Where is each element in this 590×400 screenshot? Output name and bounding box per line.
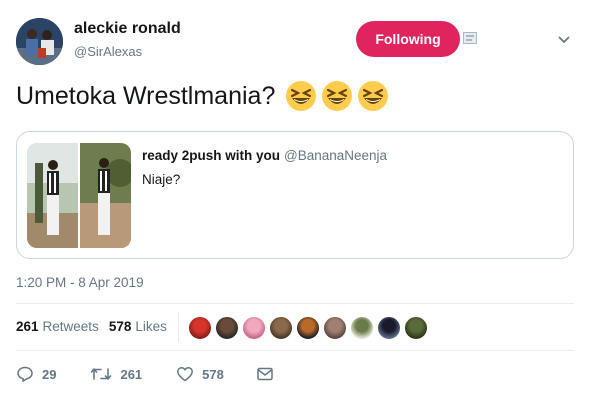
liker-avatar[interactable] xyxy=(296,316,320,340)
author-name[interactable]: aleckie ronald xyxy=(74,20,181,38)
following-button[interactable]: Following xyxy=(356,21,460,57)
retweets-count[interactable]: 261 xyxy=(16,319,39,334)
chevron-down-icon[interactable] xyxy=(556,33,572,45)
quoted-tweet-text: Niaje? xyxy=(142,172,181,187)
retweets-label[interactable]: Retweets xyxy=(43,319,99,334)
reply-count: 29 xyxy=(42,366,57,382)
reply-button[interactable]: 29 xyxy=(16,365,56,383)
grinning-squinting-face-icon xyxy=(286,81,317,111)
liker-avatar[interactable] xyxy=(215,316,239,340)
liker-avatar[interactable] xyxy=(323,316,347,340)
retweet-button[interactable]: 261 xyxy=(90,365,142,383)
tweet-timestamp[interactable]: 1:20 PM - 8 Apr 2019 xyxy=(16,275,144,290)
quoted-tweet-card[interactable]: ready 2push with you @BananaNeenja Niaje? xyxy=(16,131,574,259)
liker-avatar[interactable] xyxy=(377,316,401,340)
retweet-icon xyxy=(91,368,112,380)
likers-avatars xyxy=(188,316,428,340)
author-handle[interactable]: @SirAlexas xyxy=(74,44,142,59)
reply-icon xyxy=(17,366,33,382)
author-avatar[interactable] xyxy=(16,18,63,65)
quoted-author-name[interactable]: ready 2push with you xyxy=(142,148,280,163)
envelope-icon xyxy=(257,367,273,381)
liker-avatar[interactable] xyxy=(269,316,293,340)
follow-menu-icon xyxy=(463,31,477,44)
tweet-actions: 29 261 578 xyxy=(16,365,274,383)
divider xyxy=(16,303,574,304)
quoted-photo-1[interactable] xyxy=(27,143,78,248)
quoted-tweet-media[interactable] xyxy=(27,143,131,248)
divider xyxy=(16,350,574,351)
like-count: 578 xyxy=(202,366,224,382)
grinning-squinting-face-icon xyxy=(322,81,353,111)
quoted-tweet-header: ready 2push with you @BananaNeenja xyxy=(142,148,387,163)
quoted-photo-2[interactable] xyxy=(80,143,131,248)
tweet-stats: 261 Retweets 578 Likes xyxy=(16,319,167,334)
quoted-author-handle[interactable]: @BananaNeenja xyxy=(284,148,387,163)
retweet-count: 261 xyxy=(120,366,143,382)
like-button[interactable]: 578 xyxy=(176,365,224,383)
liker-avatar[interactable] xyxy=(188,316,212,340)
liker-avatar[interactable] xyxy=(350,316,374,340)
grinning-squinting-face-icon xyxy=(358,81,389,111)
heart-icon xyxy=(177,366,194,382)
tweet-text: Umetoka Wrestlmania? xyxy=(16,80,389,112)
tweet-body: Umetoka Wrestlmania? xyxy=(16,81,276,110)
liker-avatar[interactable] xyxy=(404,316,428,340)
divider xyxy=(178,312,179,342)
direct-message-button[interactable] xyxy=(256,365,274,383)
likes-label[interactable]: Likes xyxy=(135,319,167,334)
liker-avatar[interactable] xyxy=(242,316,266,340)
likes-count[interactable]: 578 xyxy=(109,319,132,334)
